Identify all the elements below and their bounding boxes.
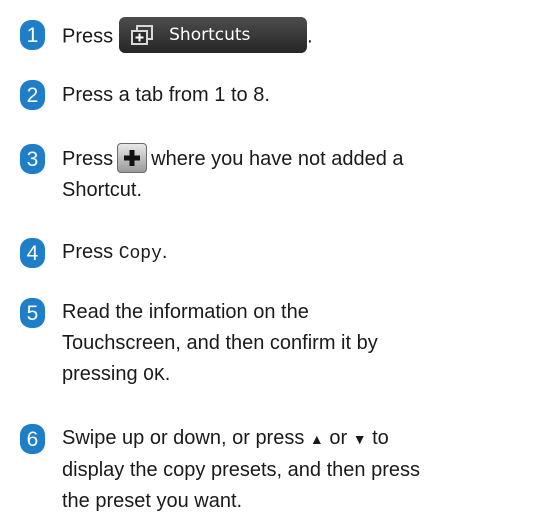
step-5-line2: Touchscreen, and then confirm it by (62, 332, 378, 354)
shortcuts-button-label: Shortcuts (169, 25, 251, 45)
step-6-line3: the preset you want. (62, 490, 243, 512)
step-5-number: 5 (26, 301, 39, 325)
step-6-to: to (372, 427, 389, 449)
step-3-badge: 3 (20, 144, 45, 174)
step-2-badge: 2 (20, 80, 45, 110)
step-5-text: Read the information on the Touchscreen,… (62, 297, 531, 392)
step-3-press: Press (62, 148, 114, 170)
plus-button[interactable] (117, 142, 148, 173)
step-3-text: Press where you have not added a Shortcu… (62, 142, 531, 206)
step-1-badge: 1 (20, 20, 45, 50)
down-arrow-icon: ▼ (352, 431, 367, 447)
step-4-text: Press Copy. (62, 237, 531, 270)
step-1-text: Press Shortcuts . (62, 17, 531, 55)
step-6-badge: 6 (20, 424, 45, 454)
step-6-or: or (329, 427, 348, 449)
step-5-line1: Read the information on the (62, 301, 309, 323)
step-4-press: Press (62, 241, 114, 263)
step-6-text: Swipe up or down, or press ▲ or ▼ to dis… (62, 423, 531, 517)
step-4-period: . (161, 241, 168, 263)
step-5-period: . (164, 363, 171, 385)
step-1-number: 1 (26, 23, 39, 47)
step-3-number: 3 (26, 147, 39, 171)
step-4-badge: 4 (20, 238, 45, 268)
step-3-line2: Shortcut. (62, 179, 143, 201)
step-5-line3: pressing (62, 363, 138, 385)
step-3-line1: where you have not added a (151, 148, 404, 170)
step-1-period: . (307, 25, 313, 48)
step-2-number: 2 (26, 83, 39, 107)
step-6-number: 6 (26, 427, 39, 451)
ok-option: OK (143, 366, 165, 386)
step-6-line2: display the copy presets, and then press (62, 459, 420, 481)
step-1-press: Press (62, 25, 114, 48)
step-4-number: 4 (26, 241, 39, 265)
copy-option: Copy (118, 244, 162, 264)
step-6-line1: Swipe up or down, or press (62, 427, 305, 449)
up-arrow-icon: ▲ (309, 431, 324, 447)
shortcuts-button[interactable]: Shortcuts (119, 17, 308, 53)
plus-icon (124, 149, 141, 166)
add-shortcut-icon (131, 25, 154, 45)
step-2-text: Press a tab from 1 to 8. (62, 84, 270, 106)
step-5-badge: 5 (20, 298, 45, 328)
